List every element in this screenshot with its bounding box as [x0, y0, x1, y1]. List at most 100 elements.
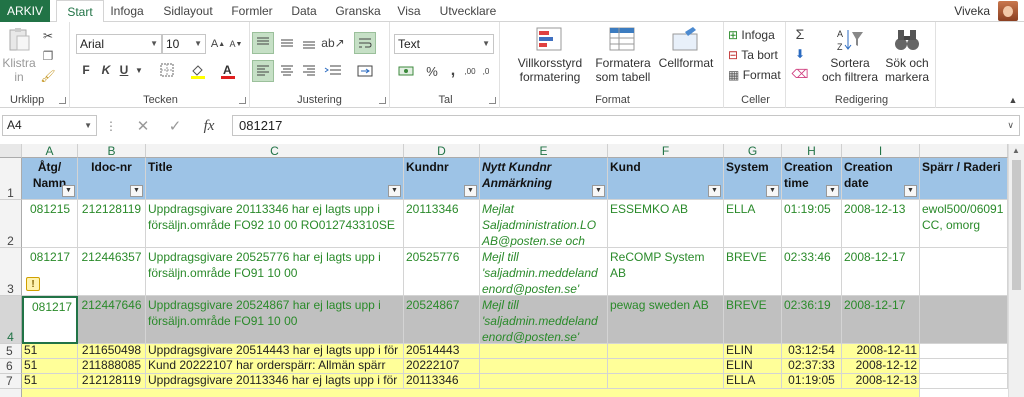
- align-left-icon[interactable]: [252, 60, 274, 82]
- column-header-h[interactable]: H: [782, 144, 842, 158]
- header-cell[interactable]: Kund ▼: [608, 158, 724, 200]
- header-cell[interactable]: Creation date ▼: [842, 158, 920, 200]
- underline-button[interactable]: U: [116, 62, 132, 78]
- format-as-table-button[interactable]: Formatera som tabell: [590, 26, 656, 84]
- table-cell[interactable]: 02:36:19: [782, 296, 842, 344]
- table-cell[interactable]: ELIN: [724, 344, 782, 359]
- header-cell[interactable]: System ▼: [724, 158, 782, 200]
- table-cell[interactable]: 2008-12-17: [842, 296, 920, 344]
- table-cell[interactable]: Mejlat Saljadministration.LO AB@posten.s…: [480, 200, 608, 248]
- clear-icon[interactable]: ⌫: [792, 66, 809, 82]
- more-icon[interactable]: ⋮: [105, 117, 117, 135]
- borders-icon[interactable]: [156, 62, 178, 78]
- table-cell[interactable]: 01:19:05: [782, 374, 842, 389]
- row-header[interactable]: 4: [0, 296, 22, 344]
- paste-button[interactable]: Klistra in: [2, 26, 36, 84]
- insert-function-icon[interactable]: fx: [194, 116, 224, 136]
- number-launcher-icon[interactable]: [489, 97, 496, 104]
- table-cell[interactable]: ELLA: [724, 374, 782, 389]
- filter-dropdown-icon[interactable]: ▼: [592, 185, 605, 197]
- table-cell[interactable]: BREVE: [724, 248, 782, 296]
- table-cell[interactable]: [608, 344, 724, 359]
- table-cell[interactable]: 211650498: [78, 344, 146, 359]
- format-painter-icon[interactable]: 🖌: [40, 68, 56, 84]
- row-header[interactable]: 3: [0, 248, 22, 296]
- filter-dropdown-icon[interactable]: ▼: [62, 185, 75, 197]
- scroll-up-icon[interactable]: ▲: [1012, 146, 1020, 155]
- table-cell[interactable]: 212446357: [78, 248, 146, 296]
- table-cell[interactable]: [480, 374, 608, 389]
- table-cell[interactable]: Mejl till 'saljadmin.meddeland enord@pos…: [480, 248, 608, 296]
- delete-cells-button[interactable]: ⊟ Ta bort: [728, 46, 778, 64]
- column-header-d[interactable]: D: [404, 144, 480, 158]
- cell-styles-button[interactable]: Cellformat: [658, 26, 714, 70]
- number-format-select[interactable]: Text ▼: [394, 34, 494, 54]
- header-cell[interactable]: Nytt Kundnr Anmärkning ▼: [480, 158, 608, 200]
- table-cell[interactable]: [608, 374, 724, 389]
- filter-dropdown-icon[interactable]: ▼: [826, 185, 839, 197]
- header-cell[interactable]: Title ▼: [146, 158, 404, 200]
- enter-icon[interactable]: ✓: [160, 117, 190, 135]
- tab-granska[interactable]: Granska: [334, 0, 382, 22]
- header-cell[interactable]: Spärr / Raderi: [920, 158, 1008, 200]
- currency-icon[interactable]: [396, 62, 418, 80]
- alignment-launcher-icon[interactable]: [379, 97, 386, 104]
- tab-sidlayout[interactable]: Sidlayout: [160, 0, 216, 22]
- decrease-decimal-icon[interactable]: ,0: [478, 62, 494, 80]
- table-cell[interactable]: 20525776: [404, 248, 480, 296]
- clipboard-launcher-icon[interactable]: [59, 97, 66, 104]
- column-header-b[interactable]: B: [78, 144, 146, 158]
- table-cell[interactable]: Mejl till 'saljadmin.meddeland enord@pos…: [480, 296, 608, 344]
- column-header-c[interactable]: C: [146, 144, 404, 158]
- orientation-icon[interactable]: ab↗: [321, 32, 344, 54]
- font-name-select[interactable]: Arial ▼: [76, 34, 162, 54]
- table-cell[interactable]: [920, 248, 1008, 296]
- increase-decimal-icon[interactable]: ,00: [462, 62, 478, 80]
- table-cell[interactable]: [480, 359, 608, 374]
- font-color-icon[interactable]: A: [218, 62, 238, 80]
- align-bottom-icon[interactable]: [298, 32, 320, 54]
- user-name[interactable]: Viveka: [954, 4, 990, 18]
- table-cell[interactable]: [920, 296, 1008, 344]
- wrap-text-icon[interactable]: [354, 32, 376, 54]
- filter-dropdown-icon[interactable]: ▼: [766, 185, 779, 197]
- table-cell[interactable]: 212128119: [78, 200, 146, 248]
- percent-icon[interactable]: %: [424, 62, 440, 80]
- formula-input[interactable]: 081217 ∨: [232, 115, 1020, 136]
- column-header-i[interactable]: I: [842, 144, 920, 158]
- shrink-font-icon[interactable]: A ▼: [228, 36, 244, 52]
- filter-dropdown-icon[interactable]: ▼: [904, 185, 917, 197]
- table-cell[interactable]: pewag sweden AB: [608, 296, 724, 344]
- table-cell[interactable]: Uppdragsgivare 20525776 har ej lagts upp…: [146, 248, 404, 296]
- table-cell[interactable]: 212447646: [78, 296, 146, 344]
- font-size-select[interactable]: 10 ▼: [162, 34, 206, 54]
- table-cell[interactable]: [920, 359, 1008, 374]
- table-cell[interactable]: 2008-12-11: [842, 344, 920, 359]
- format-cells-button[interactable]: ▦ Format: [728, 66, 781, 84]
- cancel-icon[interactable]: ✕: [128, 117, 158, 135]
- table-cell[interactable]: 2008-12-13: [842, 200, 920, 248]
- row-header[interactable]: 2: [0, 200, 22, 248]
- bold-button[interactable]: F: [78, 62, 94, 78]
- table-cell[interactable]: ewol500/06091 CC, omorg: [920, 200, 1008, 248]
- align-right-icon[interactable]: [298, 60, 320, 82]
- table-cell[interactable]: [608, 359, 724, 374]
- table-cell[interactable]: 20222107: [404, 359, 480, 374]
- header-cell[interactable]: Åtg/ Namn ▼: [22, 158, 78, 200]
- table-cell[interactable]: Uppdragsgivare 20113346 har ej lagts upp…: [146, 374, 404, 389]
- table-cell[interactable]: 2008-12-12: [842, 359, 920, 374]
- table-cell[interactable]: Kund 20222107 har orderspärr: Allmän spä…: [146, 359, 404, 374]
- row-header[interactable]: [0, 389, 22, 397]
- vertical-scrollbar[interactable]: ▲: [1008, 144, 1024, 397]
- filter-dropdown-icon[interactable]: ▼: [388, 185, 401, 197]
- row-header[interactable]: 1: [0, 158, 22, 200]
- align-top-icon[interactable]: [252, 32, 274, 54]
- copy-icon[interactable]: ❐: [40, 48, 56, 64]
- column-header-f[interactable]: F: [608, 144, 724, 158]
- table-cell[interactable]: Uppdragsgivare 20514443 har ej lagts upp…: [146, 344, 404, 359]
- comma-icon[interactable]: ,: [446, 62, 460, 80]
- header-cell[interactable]: Idoc-nr ▼: [78, 158, 146, 200]
- select-all-corner[interactable]: [0, 144, 22, 158]
- scrollbar-thumb[interactable]: [1012, 160, 1021, 290]
- conditional-formatting-button[interactable]: Villkorsstyrd formatering: [512, 26, 588, 84]
